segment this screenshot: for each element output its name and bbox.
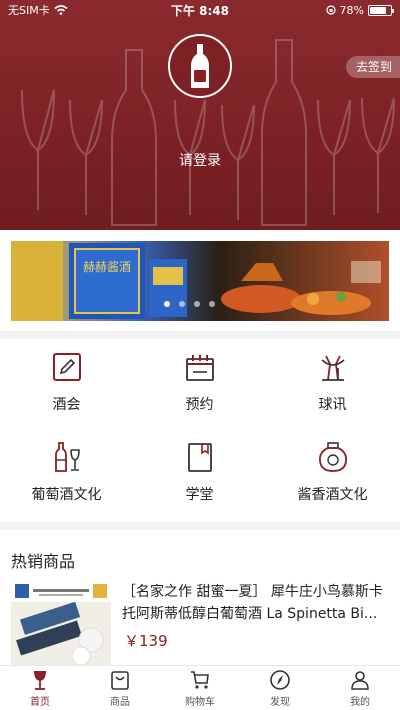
menu-item-label: 葡萄酒文化 — [31, 487, 102, 503]
tab-home[interactable]: 首页 — [0, 666, 80, 710]
feature-grid: 酒会 预约 球讯 葡萄酒文化 学堂 酱香酒文化 — [0, 340, 400, 520]
checkin-button[interactable]: 去签到 — [345, 56, 400, 78]
cart-icon — [191, 670, 209, 689]
section-divider — [0, 522, 400, 530]
pagination-dot[interactable] — [194, 301, 200, 307]
menu-item-wine-party[interactable]: 酒会 — [0, 340, 133, 430]
menu-item-label: 学堂 — [185, 487, 214, 503]
banner-product-text: 赫赫酱酒 — [83, 259, 131, 274]
product-image — [11, 580, 111, 668]
user-icon — [351, 670, 369, 690]
battery-icon — [368, 4, 394, 16]
wine-bottle-logo-icon — [191, 44, 209, 88]
product-name: ［名家之作 甜蜜一夏］ 犀牛庄小鸟慕斯卡托阿斯蒂低醇白葡萄酒 La Spinet… — [122, 584, 383, 622]
tab-label: 首页 — [30, 696, 50, 708]
pagination-dot[interactable] — [179, 301, 185, 307]
battery-percent: 78% — [339, 3, 364, 17]
wifi-icon — [54, 5, 68, 15]
section-divider — [0, 331, 400, 339]
menu-item-label: 球讯 — [318, 397, 347, 413]
brand-logo — [168, 34, 232, 98]
tab-label: 商品 — [110, 696, 130, 708]
edit-icon — [52, 353, 81, 381]
product-thumbnail — [11, 580, 111, 668]
tab-discover[interactable]: 发现 — [240, 666, 320, 710]
wine-bottle-glass-icon — [54, 442, 80, 472]
hot-products-title: 热销商品 — [11, 552, 76, 571]
pagination-dot[interactable] — [209, 301, 215, 307]
menu-item-reservation[interactable]: 预约 — [133, 340, 266, 430]
banner-image: 赫赫酱酒 — [11, 241, 389, 321]
menu-item-label: 酱香酒文化 — [297, 487, 368, 503]
book-icon — [187, 443, 212, 472]
menu-item-sports-news[interactable]: 球讯 — [266, 340, 399, 430]
tab-label: 购物车 — [185, 696, 215, 708]
menu-item-label: 酒会 — [52, 397, 81, 413]
wine-glass-icon — [34, 670, 46, 690]
menu-item-label: 预约 — [185, 397, 214, 413]
tab-products[interactable]: 商品 — [80, 666, 160, 710]
product-card[interactable]: ［名家之作 甜蜜一夏］ 犀牛庄小鸟慕斯卡托阿斯蒂低醇白葡萄酒 La Spinet… — [0, 578, 400, 668]
product-price: ￥139 — [124, 632, 168, 650]
menu-item-wine-culture[interactable]: 葡萄酒文化 — [0, 430, 133, 520]
profile-header: 请登录 去签到 — [0, 0, 400, 230]
tab-label: 发现 — [270, 696, 290, 708]
liquor-jar-icon — [318, 442, 347, 472]
promo-banner[interactable]: 赫赫酱酒 — [11, 241, 389, 321]
trophy-icon — [320, 355, 345, 381]
tab-cart[interactable]: 购物车 — [160, 666, 240, 710]
pagination-dot[interactable] — [164, 301, 170, 307]
shopping-bag-icon — [111, 670, 129, 690]
orientation-lock-icon — [325, 5, 336, 15]
calendar-icon — [185, 355, 214, 381]
tab-label: 我的 — [350, 696, 370, 708]
bottom-tab-bar: 首页 商品 购物车 发现 我的 — [0, 665, 400, 710]
compass-icon — [270, 669, 290, 690]
carrier-label: 无SIM卡 — [8, 4, 50, 17]
tab-mine[interactable]: 我的 — [320, 666, 400, 710]
status-bar: 无SIM卡 下午 8:48 78% — [0, 0, 400, 20]
menu-item-school[interactable]: 学堂 — [133, 430, 266, 520]
login-link[interactable]: 请登录 — [0, 150, 400, 170]
banner-pagination — [164, 301, 215, 307]
menu-item-baijiu-culture[interactable]: 酱香酒文化 — [266, 430, 399, 520]
